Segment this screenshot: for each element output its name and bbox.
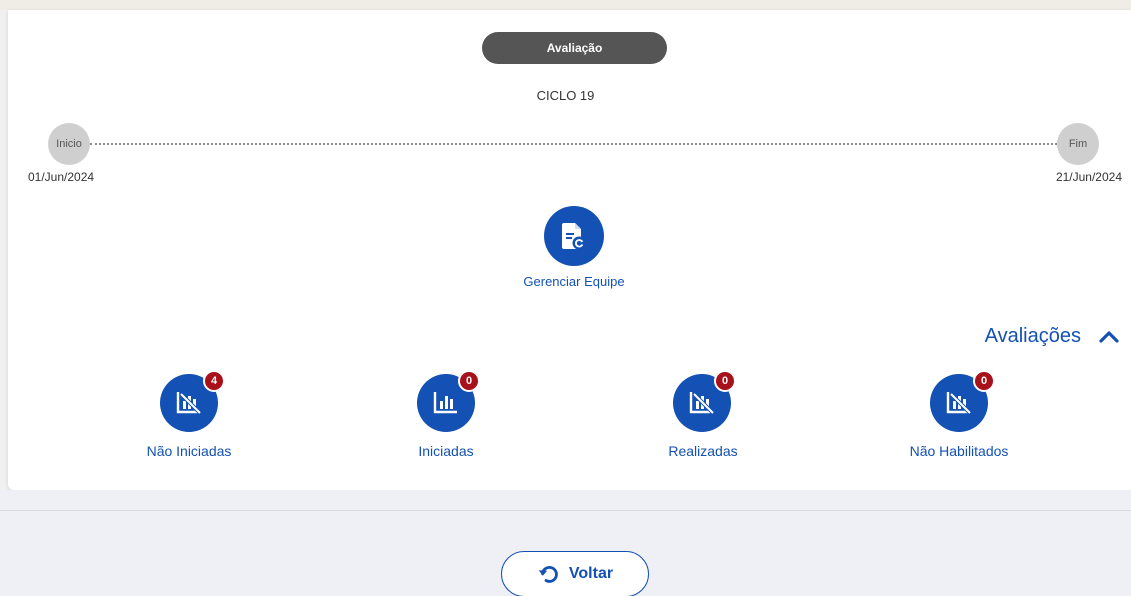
back-button-label: Voltar (568, 565, 614, 582)
chevron-up-icon[interactable] (1096, 326, 1122, 346)
not-started-count-badge: 4 (203, 370, 225, 392)
started-count-badge: 0 (458, 370, 480, 392)
completed-label[interactable]: Realizadas (613, 443, 793, 459)
started-label[interactable]: Iniciadas (356, 443, 536, 459)
timeline-start-node: Inicio (48, 123, 90, 165)
footer-divider (0, 510, 1131, 511)
chart-off-icon (689, 392, 715, 415)
timeline-end-node: Fim (1057, 123, 1099, 165)
cycle-label: CICLO 19 (536, 88, 595, 103)
phase-pill: Avaliação (482, 32, 667, 64)
not-started-label[interactable]: Não Iniciadas (99, 443, 279, 459)
timeline-start-date: 01/Jun/2024 (28, 170, 95, 184)
completed-count-badge: 0 (714, 370, 736, 392)
manage-team-button[interactable] (544, 206, 604, 266)
timeline-track (90, 143, 1057, 145)
timeline-end-date: 21/Jun/2024 (1055, 170, 1122, 184)
not-enabled-label[interactable]: Não Habilitados (869, 443, 1049, 459)
file-refresh-icon (562, 223, 586, 250)
evaluations-section-title[interactable]: Avaliações (985, 325, 1081, 348)
manage-team-label[interactable]: Gerenciar Equipe (474, 274, 674, 289)
back-button[interactable]: Voltar (501, 551, 649, 596)
chart-off-icon (176, 392, 202, 415)
bar-chart-icon (433, 392, 457, 414)
chart-off-icon (946, 392, 972, 415)
undo-icon (538, 566, 558, 583)
not-enabled-count-badge: 0 (973, 370, 995, 392)
top-strip (0, 0, 1131, 10)
